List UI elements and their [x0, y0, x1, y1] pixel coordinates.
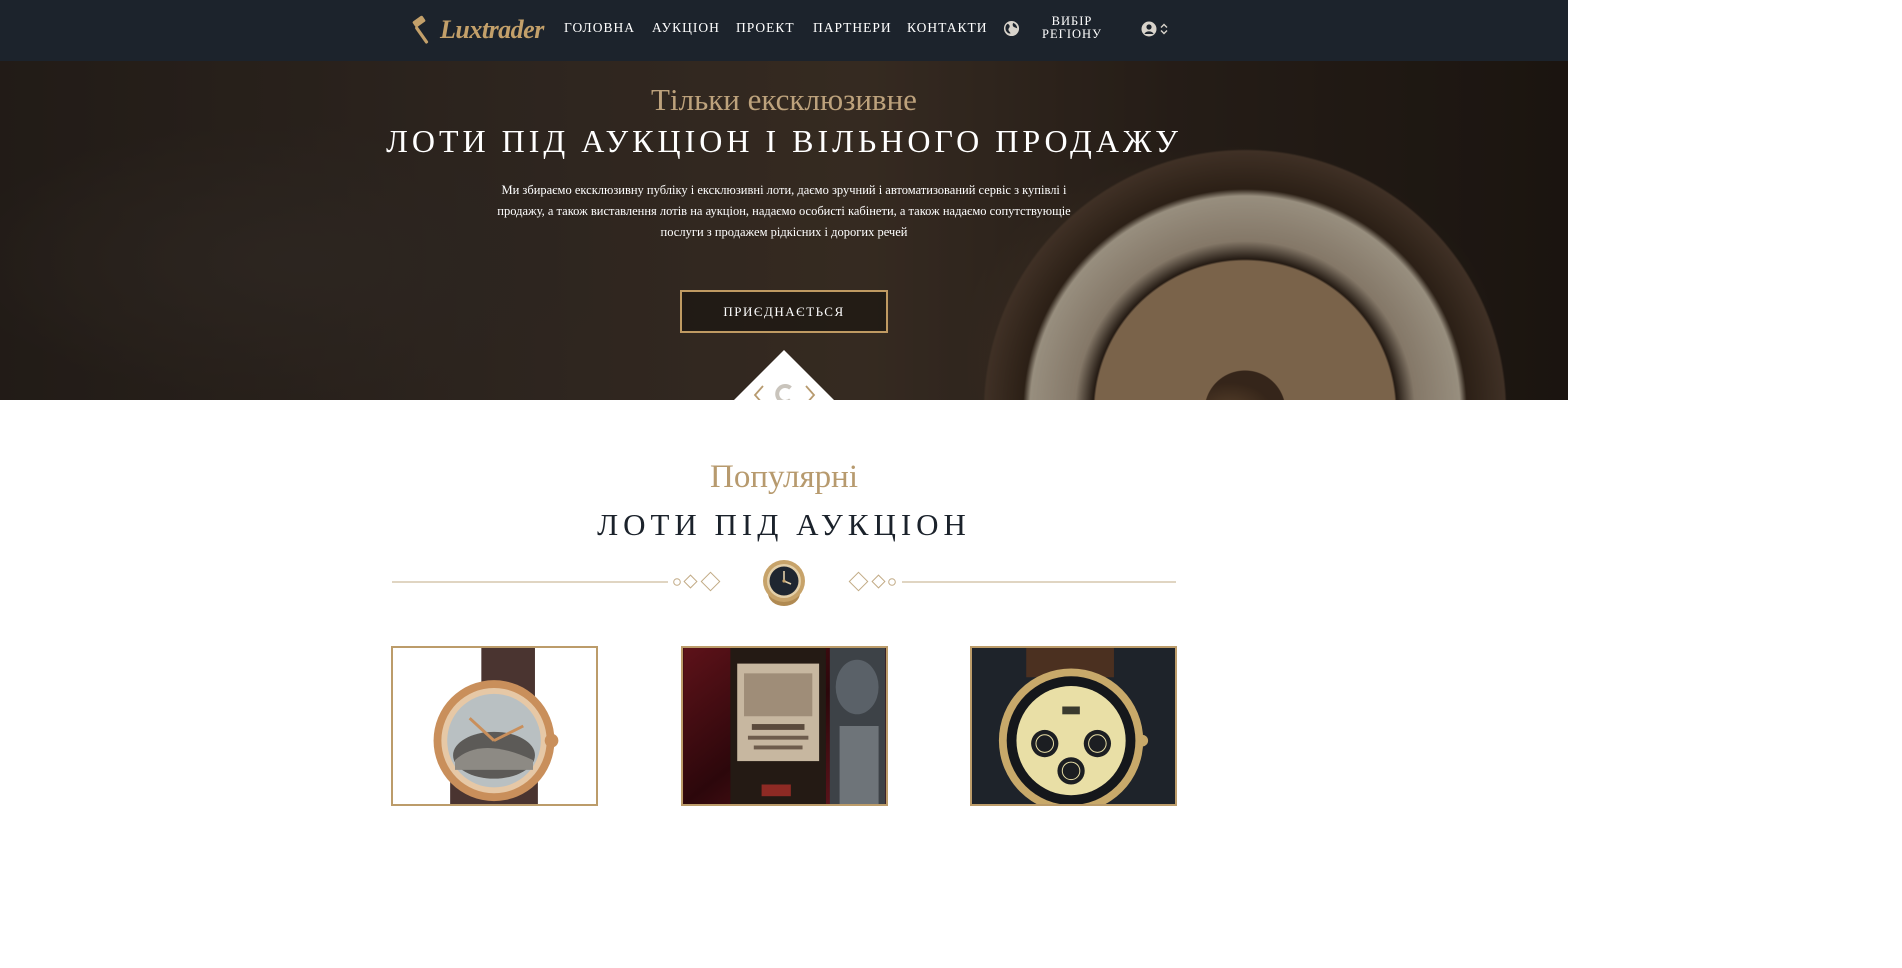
- logo[interactable]: Luxtrader: [410, 12, 544, 48]
- nav-item-home[interactable]: ГОЛОВНА: [564, 20, 635, 36]
- chevron-updown-icon: [1160, 23, 1168, 34]
- hero-banner: Тільки ексклюзивне ЛОТИ ПІД АУКЦІОН І ВІ…: [0, 61, 1568, 400]
- top-navigation: Luxtrader ГОЛОВНА АУКЦІОН ПРОЕКТ ПАРТНЕР…: [0, 0, 1568, 61]
- join-button[interactable]: ПРИЄДНАЄТЬСЯ: [680, 290, 888, 333]
- lot-card-wine[interactable]: [681, 646, 888, 806]
- popular-title: ЛОТИ ПІД АУКЦІОН: [597, 507, 971, 542]
- watch-icon: [763, 560, 805, 606]
- logo-text: Luxtrader: [440, 15, 544, 44]
- lot-image: [393, 648, 596, 804]
- region-selector[interactable]: ВИБІР РЕГІОНУ: [1040, 15, 1104, 41]
- nav-item-partners[interactable]: ПАРТНЕРИ: [813, 20, 892, 36]
- globe-icon[interactable]: [1003, 20, 1020, 37]
- ornament-divider: [392, 560, 1176, 606]
- nav-item-project[interactable]: ПРОЕКТ: [736, 20, 795, 36]
- hero-kicker: Тільки ексклюзивне: [651, 82, 917, 117]
- lot-image: [683, 648, 886, 804]
- nav-item-auction[interactable]: АУКЦІОН: [652, 20, 720, 36]
- user-menu[interactable]: [1141, 20, 1173, 37]
- hero-description: Ми збираємо ексклюзивну публіку і ексклю…: [497, 183, 1071, 239]
- gavel-icon: [412, 15, 429, 44]
- nav-item-contacts[interactable]: КОНТАКТИ: [907, 20, 988, 36]
- chevron-left-icon[interactable]: [752, 384, 766, 400]
- user-icon: [1141, 21, 1157, 36]
- popular-kicker: Популярні: [709, 459, 859, 495]
- lot-card-watch-gold[interactable]: [391, 646, 598, 806]
- hero-title: ЛОТИ ПІД АУКЦІОН І ВІЛЬНОГО ПРОДАЖУ: [386, 123, 1182, 159]
- lot-image: [972, 648, 1175, 804]
- chevron-right-icon[interactable]: [803, 384, 817, 400]
- lot-card-watch-chronograph[interactable]: [970, 646, 1177, 806]
- loader-icon: [775, 384, 792, 400]
